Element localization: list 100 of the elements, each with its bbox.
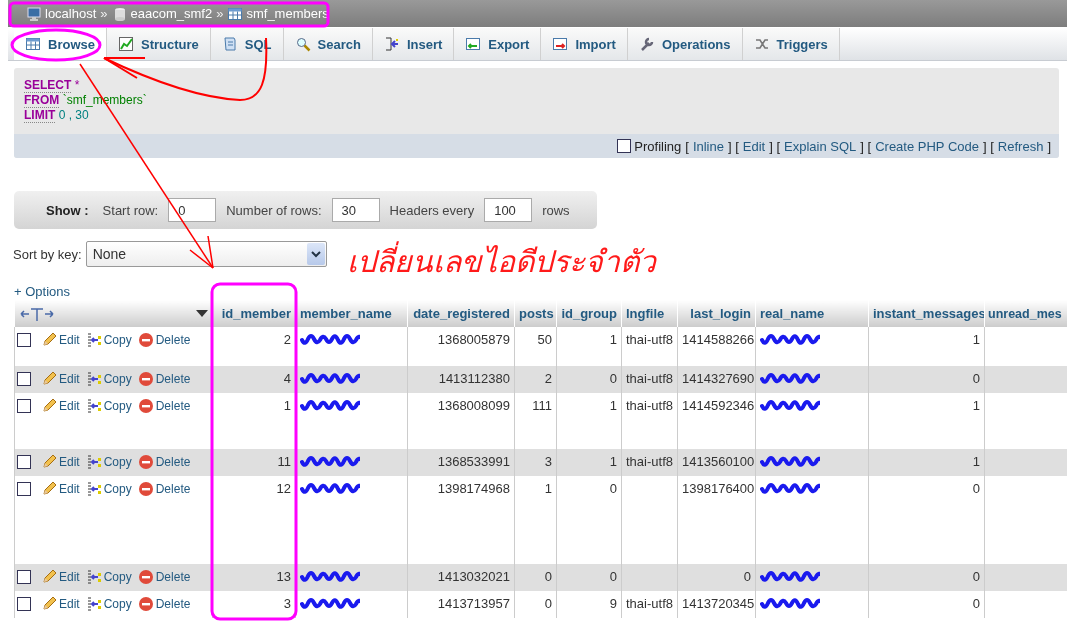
chart-icon: [117, 36, 134, 52]
sql-query-line: LIMIT 0 , 30: [24, 108, 90, 123]
delete-icon: [137, 454, 154, 470]
input-field[interactable]: 30: [331, 198, 380, 222]
row-action-link[interactable]: Delete: [137, 332, 191, 348]
table-cell: 0: [743, 569, 751, 584]
column-resize-icon: [19, 305, 55, 322]
column-header[interactable]: unread_mes: [984, 300, 1067, 327]
column-header[interactable]: posts: [514, 300, 557, 327]
link[interactable]: Create PHP Code: [875, 138, 979, 154]
bracket: ] [: [769, 138, 781, 154]
row-action-link[interactable]: Copy: [85, 569, 132, 585]
table-cell: 1: [609, 332, 617, 347]
row-checkbox[interactable]: [17, 333, 31, 347]
sort-dropdown[interactable]: None: [85, 241, 327, 267]
table-cell: 0: [609, 569, 617, 584]
breadcrumb-link[interactable]: localhost: [26, 5, 97, 22]
row-action-link[interactable]: Delete: [137, 596, 191, 612]
table-cell: 1: [283, 398, 291, 413]
table-cell: 111: [532, 398, 552, 413]
row-action-link[interactable]: Edit: [41, 398, 80, 414]
pencil-icon: [41, 332, 57, 348]
input-field[interactable]: 0: [168, 198, 217, 222]
table-cell: 1: [609, 454, 617, 469]
row-action-link[interactable]: Copy: [85, 371, 132, 387]
row-action-link[interactable]: Copy: [85, 596, 132, 612]
table-icon: [227, 5, 244, 22]
row-action-link[interactable]: Delete: [137, 398, 191, 414]
row-checkbox[interactable]: [17, 482, 31, 496]
tab[interactable]: Search: [283, 28, 373, 60]
bracket: ] [: [860, 138, 872, 154]
row-checkbox[interactable]: [17, 570, 31, 584]
row-action-link[interactable]: Delete: [137, 454, 191, 470]
table-cell: 1368008099: [437, 398, 510, 413]
tab[interactable]: Insert: [372, 28, 455, 60]
row-action-link[interactable]: Edit: [41, 596, 80, 612]
pencil-icon: [41, 481, 57, 497]
pencil-icon: [41, 454, 57, 470]
column-header[interactable]: last_login: [677, 300, 756, 327]
table-cell: 1368533991: [437, 454, 510, 469]
tab[interactable]: Export: [454, 28, 542, 60]
row-checkbox[interactable]: [17, 597, 31, 611]
link[interactable]: Edit: [742, 138, 766, 154]
copy-icon: [85, 371, 102, 387]
table-cell: 1413112380: [438, 371, 510, 386]
link[interactable]: Refresh: [997, 138, 1044, 154]
delete-icon: [137, 332, 154, 348]
row-action-link[interactable]: Copy: [85, 398, 132, 414]
table-icon: [25, 36, 41, 52]
table-cell: thai-utf8: [626, 596, 673, 611]
row-action-link[interactable]: Edit: [41, 481, 80, 497]
redaction-scribble: [760, 398, 820, 412]
column-header[interactable]: date_registered: [407, 300, 515, 327]
monitor-icon: [26, 5, 42, 22]
row-action-link[interactable]: Copy: [85, 332, 132, 348]
table-cell: 3: [283, 596, 291, 611]
insert-icon: [383, 36, 400, 52]
column-header[interactable]: member_name: [295, 300, 408, 327]
row-action-link[interactable]: Delete: [137, 371, 191, 387]
column-header[interactable]: id_group: [556, 300, 622, 327]
row-action-link[interactable]: Delete: [137, 569, 191, 585]
link[interactable]: Inline: [692, 138, 724, 154]
row-checkbox[interactable]: [17, 399, 31, 413]
breadcrumb-link[interactable]: eaacom_smf2: [111, 5, 213, 22]
table-cell: 1: [972, 454, 980, 469]
column-header[interactable]: real_name: [755, 300, 869, 327]
row-checkbox[interactable]: [17, 455, 31, 469]
column-header[interactable]: id_member: [212, 300, 296, 327]
row-action-link[interactable]: Edit: [41, 454, 80, 470]
redaction-scribble: [300, 481, 360, 495]
bracket: ] [: [983, 138, 994, 154]
link[interactable]: Explain SQL: [784, 138, 857, 154]
options-link[interactable]: + Options: [14, 284, 70, 299]
redaction-scribble: [300, 398, 360, 412]
delete-icon: [137, 596, 154, 612]
table-cell: thai-utf8: [626, 332, 673, 347]
table-cell: thai-utf8: [626, 454, 673, 469]
column-header[interactable]: instant_messages: [868, 300, 985, 327]
tab[interactable]: Structure: [106, 28, 211, 60]
pencil-icon: [41, 569, 57, 585]
row-action-link[interactable]: Copy: [85, 481, 132, 497]
row-action-link[interactable]: Copy: [85, 454, 132, 470]
row-action-link[interactable]: Edit: [41, 332, 80, 348]
table-cell: 1: [972, 398, 980, 413]
row-action-link[interactable]: Delete: [137, 481, 191, 497]
profiling-checkbox[interactable]: [617, 139, 632, 153]
row-checkbox[interactable]: [17, 372, 31, 386]
column-header[interactable]: lngfile: [621, 300, 678, 327]
tab[interactable]: Import: [541, 28, 628, 60]
tab[interactable]: Operations: [627, 28, 743, 60]
table-cell: 1413720345: [682, 596, 755, 611]
row-action-link[interactable]: Edit: [41, 371, 80, 387]
redaction-scribble: [300, 454, 360, 468]
redaction-scribble: [300, 596, 360, 610]
input-field[interactable]: 100: [484, 198, 533, 222]
breadcrumb-separator: »: [216, 6, 224, 21]
copy-icon: [85, 481, 102, 497]
tab[interactable]: Triggers: [742, 28, 840, 60]
row-action-link[interactable]: Edit: [41, 569, 80, 585]
field-label: Headers every: [389, 202, 475, 218]
